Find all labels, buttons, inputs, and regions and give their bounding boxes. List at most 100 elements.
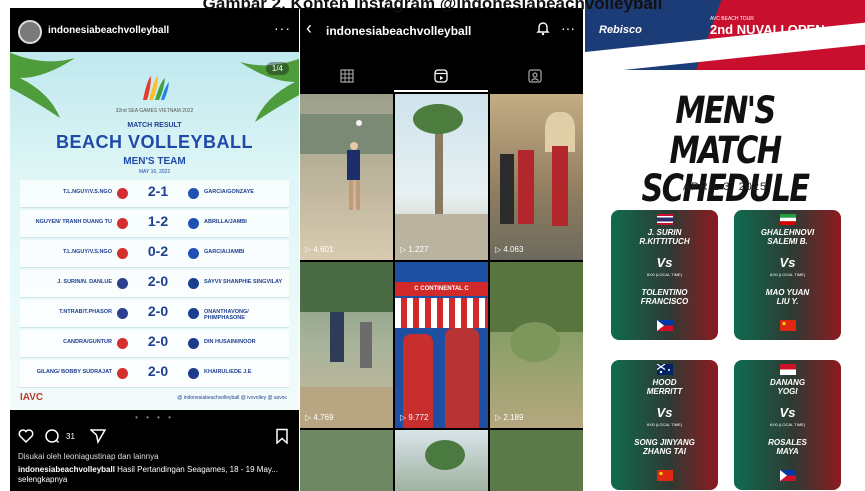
team1-names: GHALEHNOVI SALEMI B. xyxy=(760,228,815,246)
sea-games-logo xyxy=(143,75,169,100)
reel-thumbnail[interactable]: ▷ 4.063 xyxy=(490,94,583,260)
china-flag-icon xyxy=(657,470,673,481)
right-team: DIN HUSAINI/NOOR xyxy=(204,339,256,345)
post-date: MAY 16, 2022 xyxy=(138,169,171,175)
match-row: NGUYEN/ TRANH DUANG TU 1-2 ABRILLA/JAMBI xyxy=(20,210,289,238)
match-score: 2-0 xyxy=(147,333,169,349)
right-team: GARCIA/JAMBI xyxy=(204,249,245,255)
liked-by-text[interactable]: Disukai oleh leoniagustinap dan lainnya xyxy=(18,452,294,461)
australia-flag-icon xyxy=(657,364,673,375)
left-team: GILANG/ BOBBY SUDRAJAT xyxy=(36,369,112,375)
flag-icon xyxy=(188,308,199,319)
page-indicator: 1/4 xyxy=(265,62,289,75)
match-time: 8:00 (LOCAL TIME) xyxy=(646,422,683,427)
profile-tabs xyxy=(300,64,583,92)
match-row: T.NTRAB/T.PHASOR 2-0 ONANTHAVONG/ PHIMPHAS… xyxy=(20,300,289,328)
post-image[interactable]: 1/4 32nd SEA GAMES VIETNAM 2022 MATCH RE… xyxy=(10,52,299,410)
indonesia-flag-icon xyxy=(780,364,796,375)
reel-thumbnail[interactable] xyxy=(490,430,583,491)
flag-icon xyxy=(188,278,199,289)
match-card: DANANG YOGI Vs 8:00 (LOCAL TIME) ROSALES MAYA xyxy=(734,360,841,490)
match-results-table: T.L.NGUY/V.S.NGO 2-1 GARCIA/GONZAYE NGUYEN/… xyxy=(20,180,289,390)
avatar[interactable] xyxy=(18,20,42,44)
notification-bell-icon[interactable] xyxy=(535,20,551,36)
flag-icon xyxy=(117,338,128,349)
right-team: GARCIA/GONZAYE xyxy=(204,189,254,195)
flag-icon xyxy=(188,248,199,259)
versus-label: Vs xyxy=(779,255,796,270)
flag-icon xyxy=(117,248,128,259)
comment-count: 31 xyxy=(66,432,75,441)
match-row: J. SURIN/N. DANLUE 2-0 SAYVI/ SHANPHIE SIN… xyxy=(20,270,289,298)
reel-thumbnail[interactable]: ▷ 4.601 xyxy=(300,94,393,260)
left-team: CANDRA/GUNTUR xyxy=(63,339,112,345)
reel-thumbnail[interactable]: C CONTINENTAL C ▷ 9.772 xyxy=(395,262,488,428)
back-arrow-icon[interactable]: ‹ xyxy=(306,18,312,39)
team2-names: ROSALES MAYA xyxy=(768,438,807,456)
flag-icon xyxy=(188,338,199,349)
tab-tagged[interactable] xyxy=(488,64,582,92)
reel-thumbnail[interactable]: ▷ 2.189 xyxy=(490,262,583,428)
left-team: T.L.NGUY/V.S.NGO xyxy=(62,249,112,255)
event-name: 2nd NUVALI OPEN xyxy=(710,22,825,37)
reel-views: ▷ 2.189 xyxy=(495,413,524,422)
flag-icon xyxy=(188,368,199,379)
left-team: NGUYEN/ TRANH DUANG TU xyxy=(35,219,112,225)
match-time: 8:00 (LOCAL TIME) xyxy=(769,422,806,427)
profile-username: indonesiabeachvolleyball xyxy=(326,24,472,38)
tab-grid[interactable] xyxy=(300,64,394,92)
match-card: HOOD MERRITT Vs 8:00 (LOCAL TIME) SONG JINYA… xyxy=(611,360,718,490)
versus-label: Vs xyxy=(656,405,673,420)
match-score: 2-0 xyxy=(147,303,169,319)
continental-cup-banner: C CONTINENTAL C xyxy=(395,282,488,296)
team1-names: HOOD MERRITT xyxy=(646,378,683,396)
share-icon[interactable] xyxy=(90,428,106,444)
post-title: BEACH VOLLEYBALL xyxy=(56,132,253,152)
match-row: T.L.NGUY/V.S.NGO 2-1 GARCIA/GONZAYE xyxy=(20,180,289,208)
match-schedule-poster: Rebisco AVC BEACH TOUR 2nd NUVALI OPEN C… xyxy=(585,0,865,491)
flag-icon xyxy=(188,188,199,199)
reel-thumbnail[interactable] xyxy=(395,430,488,491)
schedule-date: APRIL 3, 2025 xyxy=(682,181,768,193)
reel-thumbnail[interactable]: ▷ 4.769 xyxy=(300,262,393,428)
match-row: T.L.NGUY/V.S.NGO 0-2 GARCIA/JAMBI xyxy=(20,240,289,268)
match-result-label: MATCH RESULT xyxy=(127,122,182,129)
match-time: 8:00 (LOCAL TIME) xyxy=(646,272,683,277)
reel-thumbnail[interactable]: ▷ 1.227 xyxy=(395,94,488,260)
flag-icon xyxy=(188,218,199,229)
team2-names: MAO YUAN LIU Y. xyxy=(765,288,810,306)
caption-username[interactable]: indonesiabeachvolleyball xyxy=(18,465,115,474)
tab-reels[interactable] xyxy=(394,64,488,92)
reels-icon xyxy=(434,69,448,83)
match-score: 2-0 xyxy=(147,363,169,379)
palm-leaf-decoration xyxy=(10,52,75,118)
match-score: 1-2 xyxy=(147,213,169,229)
right-team: KHAIRUL/EDE J.E xyxy=(204,369,252,375)
team1-names: DANANG YOGI xyxy=(769,378,806,396)
philippines-flag-icon xyxy=(780,470,796,481)
thailand-flag-icon xyxy=(657,214,673,225)
post-actions: 31 xyxy=(10,426,299,448)
match-score: 2-0 xyxy=(147,273,169,289)
match-row: CANDRA/GUNTUR 2-0 DIN HUSAINI/NOOR xyxy=(20,330,289,358)
reel-views: ▷ 4.601 xyxy=(305,245,334,254)
left-team: T.NTRAB/T.PHASOR xyxy=(59,309,112,315)
carousel-dots: • • • • xyxy=(135,413,174,422)
reel-views: ▷ 1.227 xyxy=(400,245,429,254)
post-subtitle: MEN'S TEAM xyxy=(123,156,186,167)
bookmark-icon[interactable] xyxy=(274,428,290,444)
flag-icon xyxy=(117,278,128,289)
match-row: GILANG/ BOBBY SUDRAJAT 2-0 KHAIRUL/EDE J.E xyxy=(20,360,289,388)
philippines-flag-icon xyxy=(657,320,673,331)
more-options-icon[interactable]: ··· xyxy=(274,20,291,36)
comment-icon[interactable] xyxy=(44,428,60,444)
right-team: ONANTHAVONG/ PHIMPHASONE xyxy=(204,309,249,321)
right-team: SAYVI/ SHANPHIE SINGVILAY xyxy=(204,279,283,285)
reel-views: ▷ 4.769 xyxy=(305,413,334,422)
post-username[interactable]: indonesiabeachvolleyball xyxy=(48,25,169,36)
iran-flag-icon xyxy=(780,214,796,225)
more-options-icon[interactable]: ··· xyxy=(561,20,575,36)
reel-thumbnail[interactable] xyxy=(300,430,393,491)
heart-icon[interactable] xyxy=(18,428,34,444)
match-card: GHALEHNOVI SALEMI B. Vs 8:00 (LOCAL TIME) MA… xyxy=(734,210,841,340)
